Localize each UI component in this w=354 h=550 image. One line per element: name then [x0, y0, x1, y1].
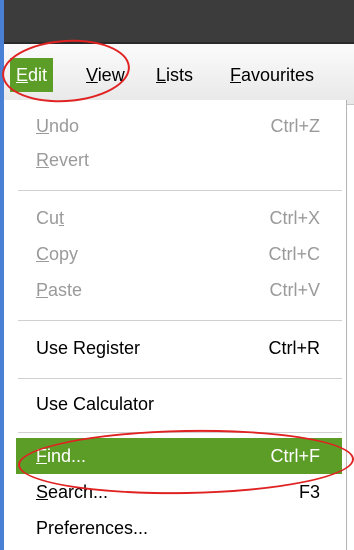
- menu-item-use-register[interactable]: Use Register Ctrl+R: [16, 330, 342, 366]
- menu-item-label: Search...: [36, 482, 109, 502]
- menu-item-cut[interactable]: Cut Ctrl+X: [16, 200, 342, 236]
- menu-item-label: Use Register: [36, 338, 141, 358]
- menu-item-shortcut: Ctrl+Z: [270, 116, 321, 136]
- menu-item-label: Use Calculator: [36, 394, 155, 414]
- edit-dropdown-menu: Undo Ctrl+Z Revert Cut Ctrl+X Copy Ctrl+…: [0, 100, 347, 550]
- menu-item-undo[interactable]: Undo Ctrl+Z: [16, 108, 342, 144]
- menu-item-use-calculator[interactable]: Use Calculator: [16, 386, 342, 422]
- menu-item-shortcut: F3: [298, 482, 320, 502]
- menu-item-shortcut: Ctrl+R: [268, 338, 320, 358]
- menu-favourites[interactable]: Favourites: [224, 58, 320, 92]
- menu-view-label: iew: [97, 65, 125, 85]
- qb-window: Edit View Lists Favourites Undo Ctrl+Z R…: [0, 0, 354, 550]
- menu-separator: [18, 432, 342, 433]
- title-bar: [0, 0, 354, 44]
- menu-item-preferences[interactable]: Preferences...: [16, 510, 342, 546]
- menu-separator: [18, 320, 342, 321]
- menu-separator: [18, 378, 342, 379]
- menu-item-label: Paste: [36, 280, 83, 300]
- menu-favourites-mnemonic: F: [230, 65, 241, 85]
- menu-view-mnemonic: V: [86, 65, 98, 85]
- menu-lists[interactable]: Lists: [150, 58, 199, 92]
- menu-edit-mnemonic: E: [16, 65, 29, 85]
- menu-view[interactable]: View: [80, 58, 131, 92]
- menu-edit-label: dit: [28, 65, 48, 85]
- menu-item-label: Revert: [36, 150, 90, 170]
- window-edge: [0, 0, 4, 550]
- menu-item-label: Copy: [36, 244, 79, 264]
- menu-item-find[interactable]: Find... Ctrl+F: [16, 438, 342, 474]
- menu-favourites-label: avourites: [241, 65, 315, 85]
- menu-lists-label: ists: [166, 65, 194, 85]
- menu-item-copy[interactable]: Copy Ctrl+C: [16, 236, 342, 272]
- menu-item-label: Preferences...: [36, 518, 149, 538]
- menu-item-shortcut: Ctrl+X: [269, 208, 320, 228]
- menu-item-label: Cut: [36, 208, 65, 228]
- menu-item-shortcut: Ctrl+F: [270, 446, 321, 466]
- menu-item-shortcut: Ctrl+C: [268, 244, 320, 264]
- menu-item-shortcut: Ctrl+V: [269, 280, 320, 300]
- menu-item-label: Find...: [36, 446, 87, 466]
- menu-item-paste[interactable]: Paste Ctrl+V: [16, 272, 342, 308]
- menu-item-search[interactable]: Search... F3: [16, 474, 342, 510]
- menu-bar: Edit View Lists Favourites: [0, 44, 354, 105]
- menu-item-label: Undo: [36, 116, 80, 136]
- menu-separator: [18, 190, 342, 191]
- menu-lists-mnemonic: L: [156, 65, 167, 85]
- menu-item-revert[interactable]: Revert: [16, 142, 342, 178]
- menu-edit[interactable]: Edit: [10, 58, 54, 92]
